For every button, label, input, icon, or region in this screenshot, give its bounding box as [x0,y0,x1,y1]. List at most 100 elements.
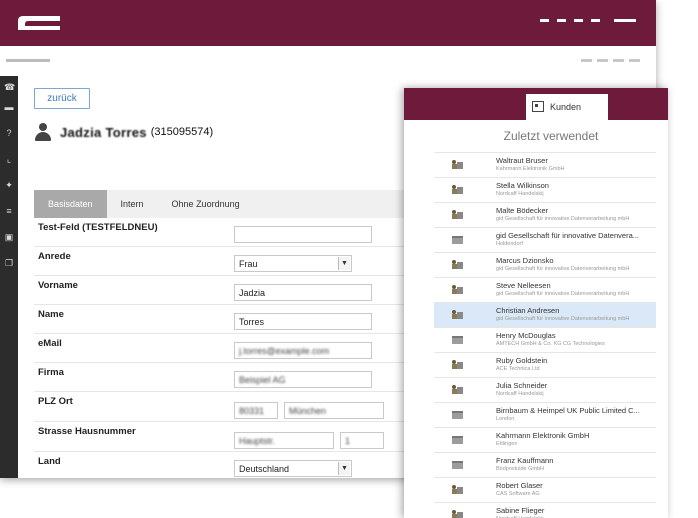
list-item-subtitle: AMTECH GmbH & Co. KG CG Technologies [496,341,605,347]
folder-icon[interactable]: ▬ [4,102,14,112]
tab-intern[interactable]: Intern [107,190,158,218]
chevron-down-icon: ▼ [338,257,350,270]
toolbar-dash[interactable] [581,59,592,62]
list-item-name: Robert Glaser [496,481,543,490]
list-item[interactable]: Kahrmann Elektronik GmbH Ettlingen [434,428,656,453]
list-item-subtitle: ACE Technica Ltd [496,366,540,372]
toolbar-actions[interactable] [581,59,640,62]
strasse-input[interactable]: Hauptstr. [234,432,334,449]
list-item[interactable]: Marcus Dzionsko gid Gesellschaft für inno… [434,253,656,278]
sub-toolbar [0,46,656,77]
person-icon [452,210,463,219]
tab-bar: Basisdaten Intern Ohne Zuordnung [34,190,414,218]
testfeld-label: Test-Feld (TESTFELDNEU) [38,222,158,233]
form-row-name: Name Torres [34,305,414,334]
list-item-subtitle: Kahrmann Elektronik GmbH [496,166,565,172]
land-label: Land [38,456,61,467]
tab-kunden-label: Kunden [550,102,582,112]
list-item[interactable]: Robert Glaser CAS Software AG [434,478,656,503]
nav-dash[interactable] [574,19,583,22]
list-item-name: Malte Bödecker [496,206,549,215]
top-bar [0,0,656,46]
list-item[interactable]: Julia Schneider Nordcaff Handelskij [434,378,656,403]
toolbar-placeholder [6,59,50,62]
list-item[interactable]: gid Gesellschaft für innovative Datenver… [434,228,656,253]
anrede-select[interactable]: Frau ▼ [234,255,352,272]
list-item[interactable]: Christian Andresen gid Gesellschaft für i… [434,303,656,328]
nav-dash[interactable] [540,19,549,22]
chevron-down-icon: ▼ [338,462,350,475]
toolbar-dash[interactable] [629,59,640,62]
toolbar-dash[interactable] [613,59,624,62]
list-item[interactable]: Sabine FliegerNordcaff Handelskij [434,503,656,518]
land-select[interactable]: Deutschland ▼ [234,460,352,477]
chart-icon[interactable]: ⌞ [4,154,14,164]
calendar-icon[interactable]: ▣ [4,232,14,242]
ort-value: München [289,406,327,416]
form-row-strasse: Strasse Hausnummer Hauptstr. 1 [34,422,414,452]
plz-input[interactable]: 80331 [234,402,278,419]
list-item-subtitle: Nordcaff Handelskij [496,391,544,397]
list-item-subtitle: Nordcaff Handelskij [496,191,544,197]
list-item[interactable]: Franz Kauffmann Bödpostulde GmbH [434,453,656,478]
hausnummer-value: 1 [345,436,351,446]
person-header: Jadzia Torres (315095574) [34,118,213,146]
toolbar-dash[interactable] [597,59,608,62]
plz-ort-label: PLZ Ort [38,396,73,407]
list-icon[interactable]: ≡ [4,206,14,216]
list-item[interactable]: Ruby Goldstein ACE Technica Ltd [434,353,656,378]
list-item[interactable]: Henry McDouglas AMTECH GmbH & Co. KG CG T… [434,328,656,353]
ort-input[interactable]: München [284,402,384,419]
list-item[interactable]: Waltraut Bruser Kahrmann Elektronik GmbH [434,153,656,178]
pin-icon[interactable]: ✦ [4,180,14,190]
strasse-value: Hauptstr. [239,436,276,446]
company-icon [452,410,463,419]
testfeld-input[interactable] [234,226,372,243]
list-item[interactable]: Stella Wilkinson Nordcaff Handelskij [434,178,656,203]
list-item[interactable]: Birnbaum & Heimpel UK Public Limited C..… [434,403,656,428]
list-item-name: Henry McDouglas [496,331,556,340]
tab-basisdaten[interactable]: Basisdaten [34,190,107,218]
company-icon [452,460,463,469]
person-icon [452,510,463,518]
menu-icon[interactable] [614,19,636,22]
form-row-vorname: Vorname Jadzia [34,276,414,305]
list-item-subtitle: Holdendorf [496,241,523,247]
strasse-label: Strasse Hausnummer [38,426,136,437]
plz-value: 80331 [239,406,265,416]
tab-kunden[interactable]: Kunden [526,94,608,120]
top-nav-menu[interactable] [540,19,636,22]
kunden-panel: Zuletzt verwendet Waltraut Bruser Kahrman… [434,120,668,518]
vorname-label: Vorname [38,280,78,291]
email-value: j.torres@example.com [239,346,330,356]
phone-icon[interactable]: ☎ [4,82,15,92]
person-icon [452,310,463,319]
sidebar: ☎ ▬ ? ⌞ ✦ ≡ ▣ ❐ [0,76,18,478]
list-item-name: Kahrmann Elektronik GmbH [496,431,590,440]
person-icon [452,285,463,294]
list-item-subtitle: CAS Software AG [496,491,540,497]
list-item[interactable]: Steve Nelleesen gid Gesellschaft für inno… [434,278,656,303]
list-item-subtitle: Ettlingen [496,441,518,447]
tab-ohne-zuordnung[interactable]: Ohne Zuordnung [158,190,254,218]
hausnummer-input[interactable]: 1 [340,432,384,449]
person-name: Jadzia Torres [60,124,147,140]
person-icon [452,185,463,194]
person-icon [34,122,52,142]
email-input[interactable]: j.torres@example.com [234,342,372,359]
name-input[interactable]: Torres [234,313,372,330]
documents-icon[interactable]: ❐ [4,258,14,268]
list-item-name: Waltraut Bruser [496,156,548,165]
back-button[interactable]: zurück [34,88,90,109]
help-icon[interactable]: ? [4,128,14,138]
logo-icon [18,16,60,30]
firma-input[interactable]: Beispiel AG [234,371,372,388]
nav-dash[interactable] [591,19,600,22]
company-icon [452,435,463,444]
vorname-input[interactable]: Jadzia [234,284,372,301]
recent-list: Waltraut Bruser Kahrmann Elektronik GmbH S… [434,152,656,518]
nav-dash[interactable] [557,19,566,22]
list-item[interactable]: Malte Bödecker gid Gesellschaft für innov… [434,203,656,228]
list-item-subtitle: gid Gesellschaft für innovative Datenver… [496,291,630,297]
list-item-name: Julia Schneider [496,381,548,390]
